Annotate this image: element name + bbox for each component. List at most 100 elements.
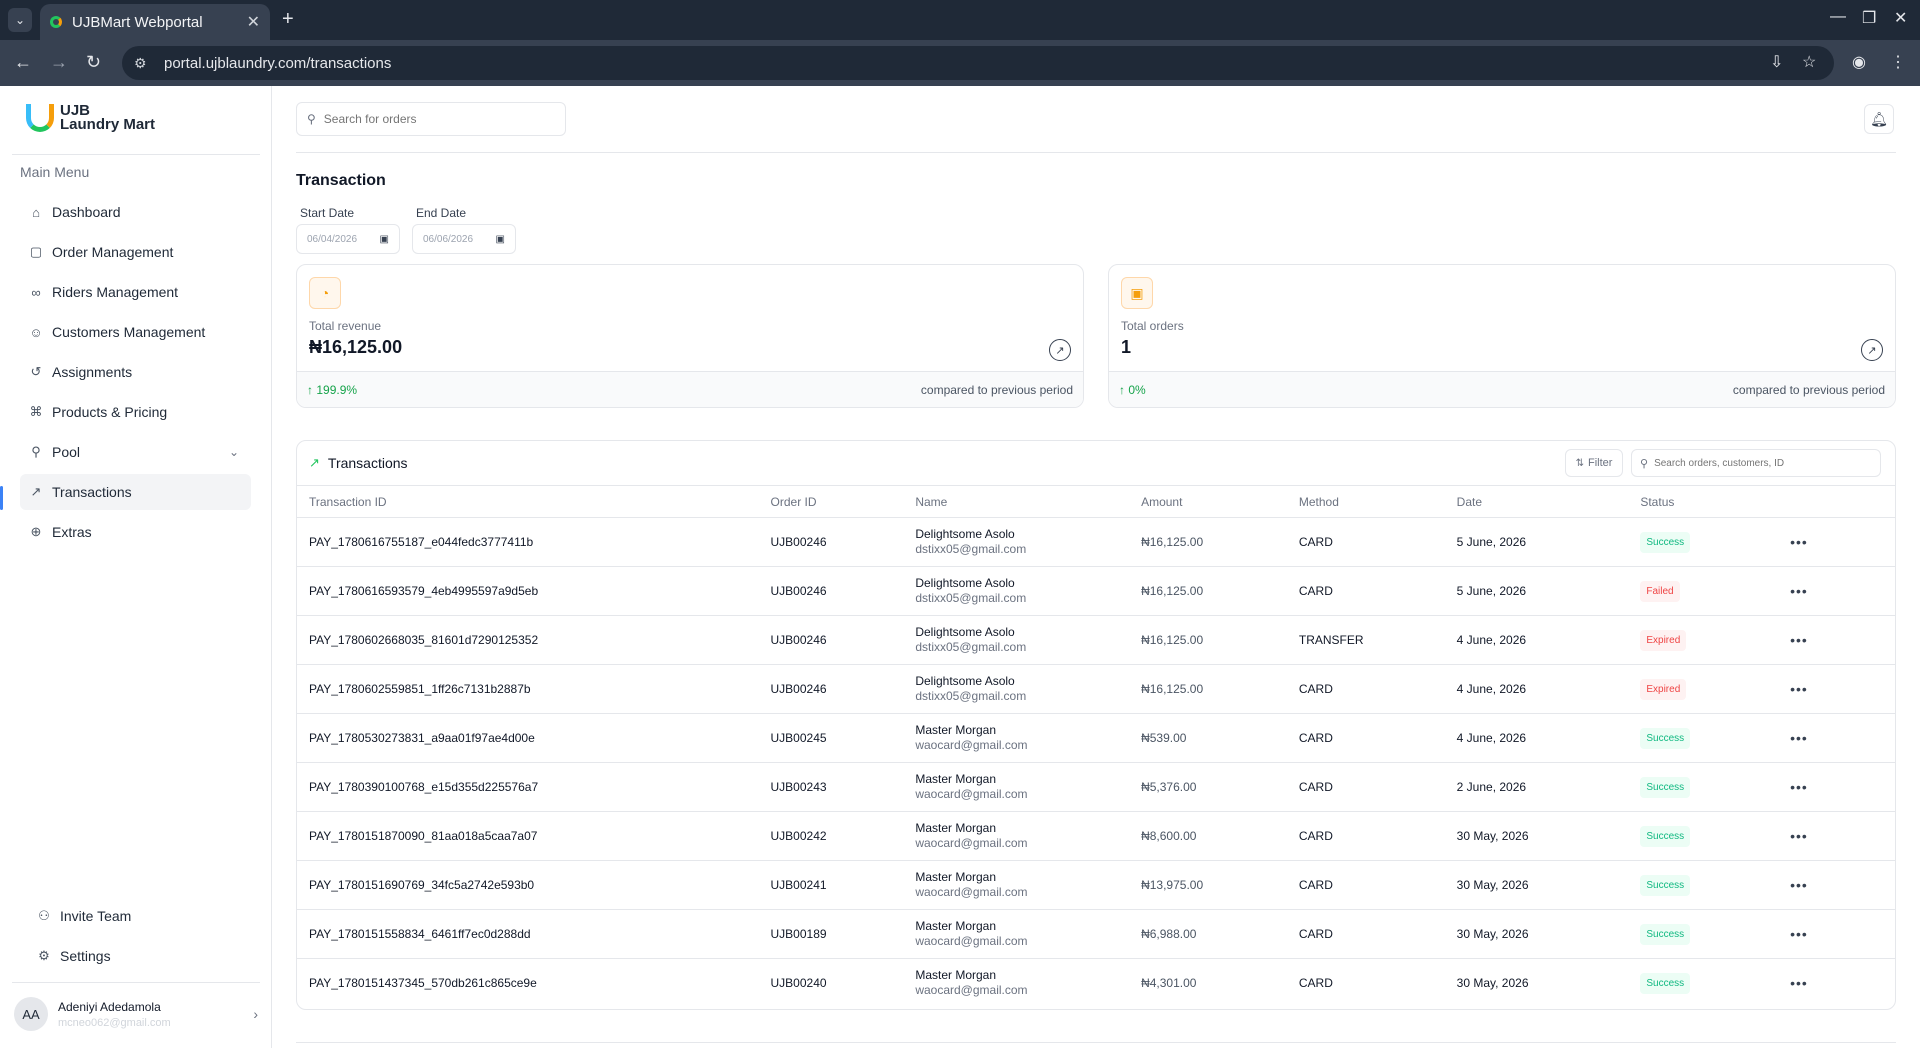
stat-compare: compared to previous period [1732,382,1885,397]
transaction-id: PAY_1780151690769_34fc5a2742e593b0 [297,860,771,910]
sidebar-item-customers-management[interactable]: ☺ Customers Management [20,314,251,350]
sidebar-item-dashboard[interactable]: ⌂ Dashboard [20,194,251,230]
more-options-icon[interactable]: ••• [1790,681,1808,697]
arrow-up-right-icon[interactable]: ↗ [1049,339,1071,361]
transaction-id: PAY_1780616755187_e044fedc3777411b [297,517,771,567]
end-date-input[interactable]: 06/06/2026 ▣ [412,224,516,254]
transactions-search-input[interactable] [1654,457,1875,469]
start-date-input[interactable]: 06/04/2026 ▣ [296,224,400,254]
table-row[interactable]: PAY_1780616755187_e044fedc3777411b UJB002… [297,517,1895,567]
sidebar-item-assignments[interactable]: ↺ Assignments [20,354,251,390]
arrow-up-right-icon[interactable]: ↗ [1861,339,1883,361]
order-id: UJB00246 [770,664,916,714]
transaction-date: 30 May, 2026 [1456,811,1641,861]
profile-icon[interactable]: ◉ [1852,52,1866,72]
sidebar: UJB Laundry Mart Main Menu ⌂ Dashboard ▢… [0,86,272,1048]
more-options-icon[interactable]: ••• [1790,975,1808,991]
customer-email: waocard@gmail.com [915,885,1028,899]
transactions-title: Transactions [327,455,408,471]
chevron-right-icon[interactable]: › [253,1006,258,1022]
order-id: UJB00246 [770,615,916,665]
more-options-icon[interactable]: ••• [1790,534,1808,550]
sidebar-item-order-management[interactable]: ▢ Order Management [20,234,251,270]
close-tab-icon[interactable]: ✕ [247,12,260,32]
sidebar-item-label: Products & Pricing [52,404,168,420]
amount: ₦13,975.00 [1141,860,1299,910]
globe-icon: ⊕ [30,524,42,539]
gear-icon: ⚙ [38,948,50,963]
notification-bell-icon[interactable]: 🔔︎ [1864,104,1894,134]
piggy-bank-icon: ◔ [309,277,341,309]
table-row[interactable]: PAY_1780151690769_34fc5a2742e593b0 UJB002… [297,860,1895,910]
order-search[interactable]: ⚲ [296,102,566,136]
transactions-search[interactable]: ⚲ [1631,449,1881,477]
new-tab-icon[interactable]: + [282,8,294,31]
users-icon: ☺ [29,324,43,340]
forward-icon[interactable]: → [50,52,68,73]
customer-name: Delightsome Asolo [915,625,1015,639]
chevron-down-icon[interactable]: ⌄ [229,445,239,459]
sidebar-item-products-pricing[interactable]: ⌘ Products & Pricing [20,394,251,430]
order-search-input[interactable] [323,112,544,126]
browser-tab-bar: ⌄ UJBMart Webportal ✕ + — ❐ ✕ [0,0,1920,40]
transaction-id: PAY_1780151870090_81aa018a5caa7a07 [297,811,771,861]
browser-menu-icon[interactable]: ⋮ [1890,52,1906,72]
column-header: Order ID [770,485,916,518]
filter-button[interactable]: ⇅ Filter [1565,449,1623,477]
tab-list-dropdown[interactable]: ⌄ [8,8,32,32]
table-row[interactable]: PAY_1780602559851_1ff26c7131b2887b UJB002… [297,664,1895,714]
calendar-icon[interactable]: ▣ [380,234,389,245]
stat-value: 1 [1121,337,1132,357]
table-row[interactable]: PAY_1780151870090_81aa018a5caa7a07 UJB002… [297,811,1895,861]
more-options-icon[interactable]: ••• [1790,779,1808,795]
reload-icon[interactable]: ↻ [86,52,101,73]
site-info-icon[interactable]: ⚙ [134,55,152,72]
column-header: Name [915,485,1142,518]
end-date-label: End Date [416,206,467,220]
customer-email: dstixx05@gmail.com [915,640,1027,654]
sidebar-item-extras[interactable]: ⊕ Extras [20,514,251,550]
order-id: UJB00189 [770,909,916,959]
calendar-icon[interactable]: ▣ [496,234,505,245]
sidebar-item-invite-team[interactable]: ⚇ Invite Team [28,898,259,934]
start-date-label: Start Date [300,206,355,220]
more-options-icon[interactable]: ••• [1790,828,1808,844]
more-options-icon[interactable]: ••• [1790,730,1808,746]
sidebar-item-pool[interactable]: ⚲ Pool ⌄ [20,434,251,470]
sidebar-item-label: Order Management [52,244,174,260]
table-row[interactable]: PAY_1780530273831_a9aa01f97ae4d00e UJB002… [297,713,1895,763]
back-icon[interactable]: ← [14,52,32,73]
logo[interactable]: UJB Laundry Mart [26,103,155,132]
table-row[interactable]: PAY_1780151558834_6461ff7ec0d288dd UJB001… [297,909,1895,959]
table-row[interactable]: PAY_1780151437345_570db261c865ce9e UJB002… [297,959,1895,1008]
minimize-icon[interactable]: — [1830,8,1846,26]
table-row[interactable]: PAY_1780602668035_81601d7290125352 UJB002… [297,615,1895,665]
more-options-icon[interactable]: ••• [1790,877,1808,893]
url-bar[interactable]: ⚙ portal.ujblaundry.com/transactions [122,46,1834,80]
status-badge: Success [1640,874,1691,896]
more-options-icon[interactable]: ••• [1790,632,1808,648]
user-profile[interactable]: AA Adeniyi Adedamola mcneo062@gmail.com … [14,992,258,1036]
amount: ₦16,125.00 [1141,566,1299,616]
payment-method: CARD [1298,811,1457,861]
bookmark-star-icon[interactable]: ☆ [1802,52,1816,72]
sidebar-item-label: Pool [52,444,81,460]
browser-tab[interactable]: UJBMart Webportal ✕ [40,4,270,40]
stat-change: 0% [1128,382,1146,397]
close-window-icon[interactable]: ✕ [1894,8,1907,28]
start-date-value: 06/04/2026 [307,233,358,245]
sidebar-item-riders-management[interactable]: ∞ Riders Management [20,274,251,310]
url-text: portal.ujblaundry.com/transactions [164,54,392,72]
restore-icon[interactable]: ❐ [1862,8,1876,28]
install-app-icon[interactable]: ⇩ [1770,52,1783,72]
sidebar-item-settings[interactable]: ⚙ Settings [28,938,259,974]
sidebar-item-transactions[interactable]: ↗ Transactions [20,474,251,510]
end-date-value: 06/06/2026 [423,233,474,245]
history-icon: ↺ [30,364,42,379]
user-email: mcneo062@gmail.com [58,1016,171,1029]
customer-email: waocard@gmail.com [915,836,1028,850]
table-row[interactable]: PAY_1780390100768_e15d355d225576a7 UJB002… [297,762,1895,812]
table-row[interactable]: PAY_1780616593579_4eb4995597a9d5eb UJB002… [297,566,1895,616]
more-options-icon[interactable]: ••• [1790,583,1808,599]
more-options-icon[interactable]: ••• [1790,926,1808,942]
